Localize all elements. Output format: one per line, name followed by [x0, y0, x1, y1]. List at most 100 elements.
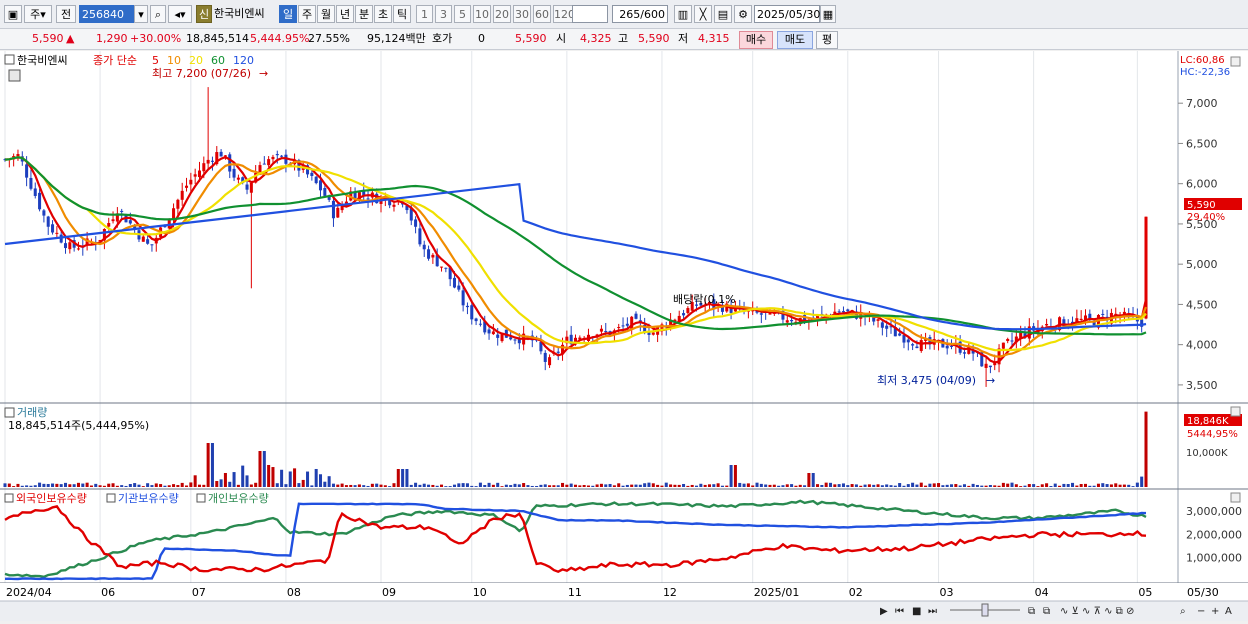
volume-bar	[820, 485, 824, 487]
stock-chart[interactable]: 한국비엔씨 종가 단순 5 10 20 60 120 최고 7,200 (07/26) …	[0, 51, 1248, 621]
candle-body	[880, 322, 884, 328]
interval-button-30[interactable]: 30	[513, 5, 531, 23]
save-icon[interactable]: ▤	[714, 5, 732, 23]
copy-icon[interactable]: ⧉	[1043, 606, 1050, 617]
volume-bar	[223, 472, 227, 487]
volume-bar	[7, 483, 11, 487]
period-tab-0[interactable]: 일	[279, 5, 297, 23]
volume-bar	[1071, 482, 1075, 487]
volume-bar	[431, 484, 435, 487]
interval-button-5[interactable]: 5	[454, 5, 471, 23]
zoom-search-icon[interactable]: ⌕	[1180, 606, 1186, 617]
volume-bar	[478, 482, 482, 487]
layout-icon[interactable]: ▣	[4, 5, 22, 23]
volume-bar	[928, 483, 932, 487]
volume-bar	[902, 485, 906, 487]
gear-icon[interactable]: ⚙	[734, 5, 752, 23]
volume-bar	[366, 485, 370, 487]
zoom-out-icon[interactable]: −	[1197, 606, 1205, 617]
candle-body	[898, 333, 902, 336]
chart-type-icon[interactable]: ▥	[674, 5, 692, 23]
volume-bar	[954, 484, 958, 487]
draw-tools-icon[interactable]: ∿ ⊻ ∿ ⊼ ∿ ⧉ ⊘	[1060, 606, 1134, 617]
volume-bar	[599, 483, 603, 487]
volume-bar	[323, 481, 327, 487]
x-label: 09	[382, 586, 396, 599]
hc-label: HC:-22,36	[1180, 67, 1230, 78]
candle-body	[517, 339, 521, 344]
period-tab-6[interactable]: 틱	[393, 5, 411, 23]
grid-toggle-icon[interactable]	[8, 69, 21, 82]
candle-body	[509, 337, 513, 340]
interval-button-1[interactable]: 1	[416, 5, 433, 23]
panel-close-icon[interactable]	[1230, 56, 1241, 67]
holding-close-icon[interactable]	[1230, 492, 1241, 503]
first-icon[interactable]: ⏮	[895, 606, 904, 617]
period-tab-1[interactable]: 주	[298, 5, 316, 23]
period-tab-2[interactable]: 월	[317, 5, 335, 23]
candle-body	[837, 311, 841, 313]
ma-legend-10: 10	[167, 54, 181, 67]
volume-pct: 5,444.95%	[250, 32, 310, 45]
crosshair-icon[interactable]: ╳	[694, 5, 712, 23]
volume-bar	[1101, 483, 1105, 487]
interval-button-10[interactable]: 10	[473, 5, 491, 23]
zoom-slider-handle[interactable]	[981, 603, 989, 617]
volume-bar	[1088, 485, 1092, 487]
candle-body	[111, 219, 115, 222]
volume-bar	[561, 482, 565, 487]
volume-bar	[811, 473, 815, 487]
stop-icon[interactable]: ■	[912, 606, 921, 617]
period-tab-4[interactable]: 분	[355, 5, 373, 23]
volume-bar	[941, 485, 945, 487]
sell-button[interactable]: 매도	[777, 31, 813, 49]
candle-body	[38, 192, 42, 210]
price-value: 5,590	[32, 32, 64, 45]
volume-bar	[249, 484, 253, 487]
candle-body	[988, 365, 992, 368]
interval-button-60[interactable]: 60	[533, 5, 551, 23]
avg-button[interactable]: 평	[816, 31, 838, 49]
volume-bar	[102, 485, 106, 487]
volume-bar	[314, 468, 318, 487]
period-tab-5[interactable]: 초	[374, 5, 392, 23]
compare-icon[interactable]: ⧉	[1028, 606, 1035, 617]
stock-code-input[interactable]: 256840	[79, 5, 134, 23]
volume-bar	[738, 482, 742, 487]
volume-bar	[911, 482, 915, 487]
volume-close-icon[interactable]	[1230, 406, 1241, 417]
candle-body	[785, 320, 789, 323]
date-input[interactable]: 2025/05/30	[754, 5, 820, 23]
high-label: 고	[618, 32, 629, 45]
interval-button-20[interactable]: 20	[493, 5, 511, 23]
scroll-right-icon[interactable]: ▶	[880, 606, 888, 617]
candle-body	[617, 327, 621, 329]
calendar-icon[interactable]: ▦	[820, 5, 836, 23]
period-tab-3[interactable]: 년	[336, 5, 354, 23]
buy-button[interactable]: 매수	[739, 31, 773, 49]
volume-bar	[496, 482, 500, 487]
period-select[interactable]: 전	[56, 5, 76, 23]
volume-bar	[1118, 484, 1122, 487]
code-dropdown-icon[interactable]: ▾	[134, 5, 148, 23]
speaker-icon[interactable]: ◂▾	[168, 5, 192, 23]
market-select[interactable]: 주▾	[24, 5, 52, 23]
candle-body	[949, 345, 954, 347]
volume-bar	[159, 484, 163, 487]
auto-scale-icon[interactable]: A	[1225, 606, 1232, 617]
search-icon[interactable]: ⌕	[150, 5, 166, 23]
volume-bar	[772, 484, 776, 487]
zoom-in-icon[interactable]: +	[1211, 606, 1219, 617]
volume-bar	[228, 481, 232, 487]
volume-bar	[885, 484, 889, 487]
last-icon[interactable]: ⏭	[928, 606, 937, 617]
volume-bar	[1083, 483, 1088, 487]
chart-area[interactable]: 한국비엔씨 종가 단순 5 10 20 60 120 최고 7,200 (07/26) …	[0, 51, 1248, 621]
interval-input[interactable]	[572, 5, 608, 23]
volume-bar	[669, 484, 673, 487]
interval-button-3[interactable]: 3	[435, 5, 452, 23]
volume-bar	[465, 483, 469, 487]
volume-bar	[777, 485, 781, 487]
candle-body	[249, 182, 253, 193]
volume-bar	[42, 483, 46, 487]
